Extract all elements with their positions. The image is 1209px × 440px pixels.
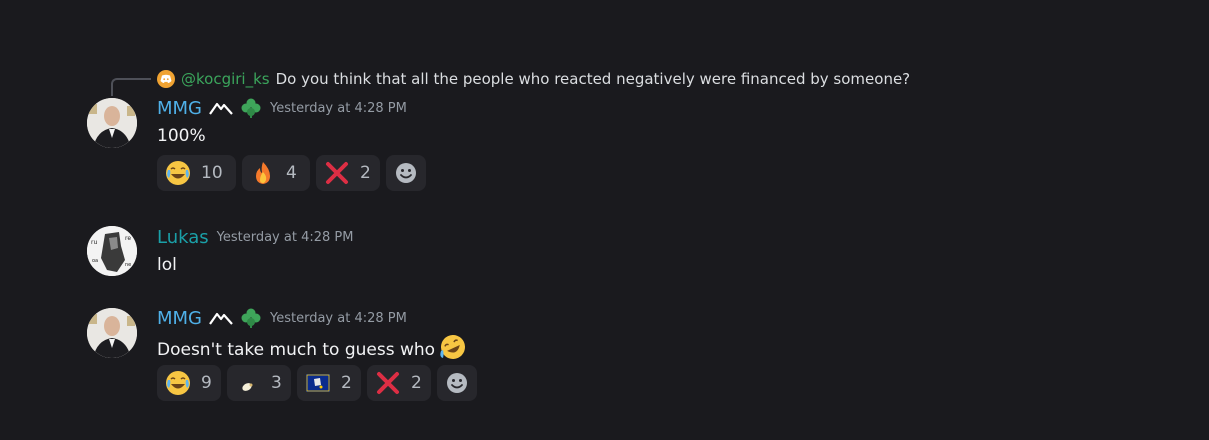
svg-text:oa: oa [92,258,98,264]
reaction-count: 10 [201,163,223,183]
svg-text:re: re [125,235,131,242]
reaction-count: 2 [360,163,371,183]
avatar[interactable] [87,308,137,358]
clover-badge-icon[interactable] [240,307,262,329]
smiley-icon [444,370,470,396]
flag-emoji-icon [305,370,331,396]
message-text: Doesn't take much to guess who [157,339,436,360]
reaction-cross[interactable]: 2 [367,365,431,401]
mountain-badge-icon[interactable] [209,311,233,325]
avatar[interactable] [87,98,137,148]
joy-emoji-icon [165,370,191,396]
username[interactable]: MMG [157,308,202,329]
reaction-fire[interactable]: 4 [242,155,310,191]
svg-text:ne: ne [125,262,131,268]
message-content: Doesn't take much to guess who [157,333,467,366]
reaction-count: 2 [341,373,352,393]
reaction-count: 4 [286,163,297,183]
avatar[interactable]: ru re oa ne [87,226,137,276]
clover-badge-icon[interactable] [240,97,262,119]
cross-mark-emoji-icon [375,370,401,396]
username[interactable]: Lukas [157,227,209,248]
message-content: lol [157,255,177,275]
svg-text:ru: ru [91,239,97,246]
reply-preview-text[interactable]: Do you think that all the people who rea… [276,70,911,88]
joy-emoji-icon [165,160,191,186]
message-text: lol [157,255,177,275]
message-text: 100% [157,126,206,146]
timestamp[interactable]: Yesterday at 4:28 PM [270,101,407,116]
reaction-flag[interactable]: 2 [297,365,361,401]
message-header: MMG Yesterday at 4:28 PM [157,97,407,119]
message-header: MMG Yesterday at 4:28 PM [157,307,407,329]
smiley-icon [393,160,419,186]
reply-connector [111,78,151,96]
reply-reference[interactable]: @kocgiri_ks Do you think that all the pe… [157,69,910,89]
add-reaction-button[interactable] [437,365,477,401]
reply-mention[interactable]: @kocgiri_ks [181,70,270,88]
reaction-bar: 10 4 2 [157,155,426,191]
rofl-emoji-icon [439,333,467,366]
mountain-badge-icon[interactable] [209,101,233,115]
discord-icon [157,70,175,88]
fire-emoji-icon [250,160,276,186]
reaction-count: 9 [201,373,212,393]
reaction-custom[interactable]: 3 [227,365,291,401]
message-content: 100% [157,126,206,146]
reaction-count: 3 [271,373,282,393]
add-reaction-button[interactable] [386,155,426,191]
reaction-joy[interactable]: 10 [157,155,236,191]
username[interactable]: MMG [157,98,202,119]
reaction-bar: 9 3 2 2 [157,365,477,401]
cross-mark-emoji-icon [324,160,350,186]
reaction-count: 2 [411,373,422,393]
timestamp[interactable]: Yesterday at 4:28 PM [217,230,354,245]
timestamp[interactable]: Yesterday at 4:28 PM [270,311,407,326]
message-header: Lukas Yesterday at 4:28 PM [157,227,353,248]
custom-emoji-icon [235,370,261,396]
reaction-cross[interactable]: 2 [316,155,380,191]
reaction-joy[interactable]: 9 [157,365,221,401]
